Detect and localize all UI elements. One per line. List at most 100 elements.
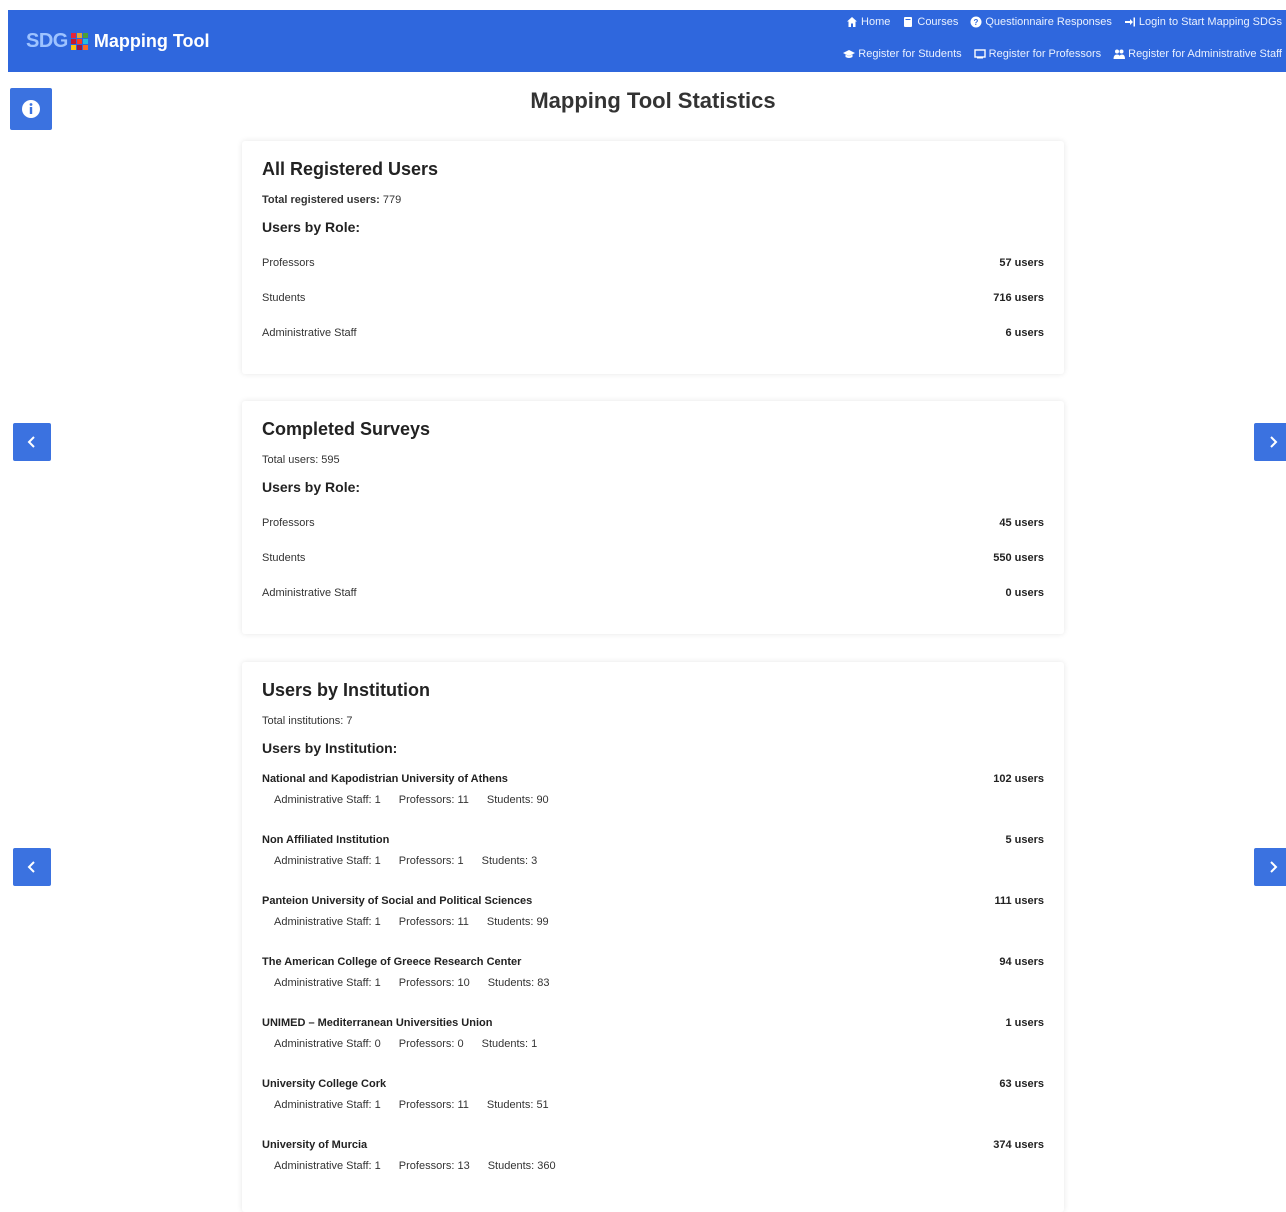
institution-user-count: 1 users <box>1005 1017 1044 1029</box>
users-icon <box>1113 49 1126 59</box>
page-title: Mapping Tool Statistics <box>530 88 776 113</box>
brand[interactable]: SDG Mapping Tool <box>26 24 209 58</box>
card-title: Completed Surveys <box>262 419 431 439</box>
card-title: All Registered Users <box>262 159 439 179</box>
institution-header: National and Kapodistrian University of … <box>262 766 1044 792</box>
admin-staff-count: Administrative Staff: 1 <box>274 916 381 928</box>
sdg-logo: SDG <box>26 30 94 53</box>
institution-user-count: 5 users <box>1005 834 1044 846</box>
nav-register-admin-staff[interactable]: Register for Administrative Staff <box>1113 48 1282 60</box>
nav-questionnaire-responses[interactable]: ? Questionnaire Responses <box>970 16 1112 28</box>
institution-list: National and Kapodistrian University of … <box>262 766 1044 1193</box>
role-row-students: Students 550 users <box>262 551 1044 564</box>
role-row-professors: Professors 57 users <box>262 256 1044 269</box>
graduation-cap-icon <box>843 50 856 58</box>
section-subtitle: Users by Institution: <box>262 740 398 756</box>
professors-count: Professors: 1 <box>398 855 464 867</box>
institution-item: Non Affiliated Institution 5 users Adminis… <box>262 827 1044 888</box>
institution-item: UNIMED – Mediterranean Universities Unio… <box>262 1010 1044 1071</box>
chevron-left-icon <box>27 436 35 448</box>
institution-breakdown: Administrative Staff: 1 Professors: 1 Stud… <box>262 853 1044 888</box>
section-subtitle: Users by Role: <box>262 479 361 495</box>
top-navbar: SDG Mapping Tool Home Courses ? Question… <box>8 10 1286 72</box>
professors-count: Professors: 11 <box>398 1099 469 1111</box>
institution-header: University College Cork 63 users <box>262 1071 1044 1097</box>
role-row-admin-staff: Administrative Staff 0 users <box>262 586 1044 599</box>
institution-user-count: 63 users <box>999 1078 1044 1090</box>
institution-user-count: 374 users <box>993 1139 1044 1151</box>
institution-breakdown: Administrative Staff: 1 Professors: 11 Stu… <box>262 1097 1044 1132</box>
login-icon <box>1124 17 1135 27</box>
total-survey-users: Total users: 595 <box>262 454 340 466</box>
students-count: Students: 51 <box>486 1099 549 1111</box>
institution-item: The American College of Greece Research … <box>262 949 1044 1010</box>
institution-item: National and Kapodistrian University of … <box>262 766 1044 827</box>
chevron-left-icon <box>27 861 35 873</box>
institution-user-count: 94 users <box>999 956 1044 968</box>
institutions-card: Users by Institution Total institutions:… <box>242 662 1064 1212</box>
nav-register-students[interactable]: Register for Students <box>843 48 962 60</box>
professors-count: Professors: 13 <box>398 1160 470 1172</box>
institution-breakdown: Administrative Staff: 1 Professors: 11 Stu… <box>262 914 1044 949</box>
students-count: Students: 1 <box>481 1038 538 1050</box>
completed-surveys-card: Completed Surveys Total users: 595 Users… <box>242 401 1064 634</box>
sdg-color-blocks <box>70 32 88 50</box>
nav-row-primary: Home Courses ? Questionnaire Responses L… <box>834 16 1282 28</box>
admin-staff-count: Administrative Staff: 1 <box>274 1099 381 1111</box>
nav-login[interactable]: Login to Start Mapping SDGs <box>1124 16 1282 28</box>
total-registered: Total registered users: 779 <box>262 194 402 206</box>
institution-name: Non Affiliated Institution <box>262 834 390 846</box>
brand-title: Mapping Tool <box>93 30 210 51</box>
nav-courses[interactable]: Courses <box>902 16 958 28</box>
next-arrow-button[interactable] <box>1254 423 1286 461</box>
role-row-students: Students 716 users <box>262 291 1044 304</box>
institution-name: National and Kapodistrian University of … <box>262 773 508 785</box>
admin-staff-count: Administrative Staff: 1 <box>274 794 381 806</box>
institution-name: The American College of Greece Research … <box>262 956 522 968</box>
professors-count: Professors: 11 <box>398 916 469 928</box>
institution-header: Non Affiliated Institution 5 users <box>262 827 1044 853</box>
chevron-right-icon <box>1270 436 1278 448</box>
admin-staff-count: Administrative Staff: 1 <box>274 1160 381 1172</box>
institution-breakdown: Administrative Staff: 1 Professors: 13 Stu… <box>262 1158 1044 1193</box>
institution-item: University of Murcia 374 users Administrat… <box>262 1132 1044 1193</box>
institution-breakdown: Administrative Staff: 1 Professors: 11 Stu… <box>262 792 1044 827</box>
role-row-admin-staff: Administrative Staff 6 users <box>262 326 1044 339</box>
institution-breakdown: Administrative Staff: 1 Professors: 10 Stu… <box>262 975 1044 1010</box>
institution-name: Panteion University of Social and Politi… <box>262 895 533 907</box>
institution-header: Panteion University of Social and Politi… <box>262 888 1044 914</box>
registered-users-card: All Registered Users Total registered us… <box>242 141 1064 374</box>
admin-staff-count: Administrative Staff: 1 <box>274 855 381 867</box>
book-icon <box>904 17 913 27</box>
institution-name: University of Murcia <box>262 1139 368 1151</box>
institution-header: UNIMED – Mediterranean Universities Unio… <box>262 1010 1044 1036</box>
students-count: Students: 90 <box>486 794 549 806</box>
svg-text:?: ? <box>974 18 979 27</box>
institution-item: University College Cork 63 users Administr… <box>262 1071 1044 1132</box>
prev-arrow-button[interactable] <box>13 848 51 886</box>
institution-header: University of Murcia 374 users <box>262 1132 1044 1158</box>
card-title: Users by Institution <box>262 680 431 700</box>
institution-name: UNIMED – Mediterranean Universities Unio… <box>262 1017 493 1029</box>
home-icon <box>847 17 858 27</box>
institution-name: University College Cork <box>262 1078 387 1090</box>
students-count: Students: 3 <box>481 855 538 867</box>
section-subtitle: Users by Role: <box>262 219 361 235</box>
students-count: Students: 360 <box>487 1160 556 1172</box>
institution-header: The American College of Greece Research … <box>262 949 1044 975</box>
admin-staff-count: Administrative Staff: 0 <box>274 1038 381 1050</box>
question-circle-icon: ? <box>970 16 982 28</box>
institution-user-count: 102 users <box>993 773 1044 785</box>
nav-row-register: Register for Students Register for Profe… <box>831 48 1282 60</box>
nav-register-professors[interactable]: Register for Professors <box>973 48 1101 60</box>
professors-count: Professors: 0 <box>398 1038 464 1050</box>
admin-staff-count: Administrative Staff: 1 <box>274 977 381 989</box>
professors-count: Professors: 11 <box>398 794 469 806</box>
professors-count: Professors: 10 <box>398 977 470 989</box>
chevron-right-icon <box>1270 861 1278 873</box>
nav-home[interactable]: Home <box>846 16 890 28</box>
chalkboard-icon <box>973 49 986 59</box>
next-arrow-button[interactable] <box>1254 848 1286 886</box>
students-count: Students: 99 <box>486 916 549 928</box>
prev-arrow-button[interactable] <box>13 423 51 461</box>
